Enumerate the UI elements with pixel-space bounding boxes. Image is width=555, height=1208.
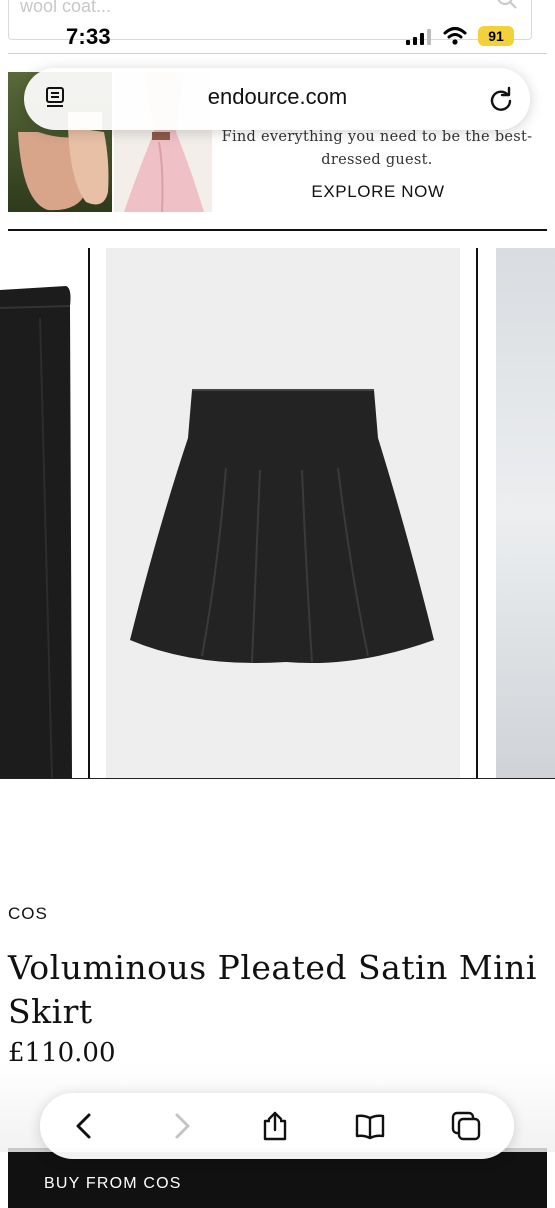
carousel-divider-right xyxy=(476,248,478,778)
buy-button-label[interactable]: BUY FROM COS xyxy=(44,1175,182,1193)
product-title: Voluminous Pleated Satin Mini Skirt xyxy=(8,948,537,1031)
banner-tagline: Find everything you need to be the best-… xyxy=(221,129,533,168)
search-icon[interactable] xyxy=(496,0,518,10)
forward-icon[interactable] xyxy=(166,1110,198,1142)
carousel-divider-left xyxy=(88,248,90,778)
divider xyxy=(8,53,547,54)
wifi-icon xyxy=(443,27,467,45)
carousel-image-next[interactable] xyxy=(496,248,555,778)
search-placeholder: wool coat... xyxy=(20,0,112,16)
carousel-bottom-divider xyxy=(0,778,555,779)
back-icon[interactable] xyxy=(68,1110,100,1142)
status-time: 7:33 xyxy=(66,24,111,49)
bookmarks-icon[interactable] xyxy=(354,1110,386,1142)
explore-now-link[interactable]: EXPLORE NOW xyxy=(212,182,544,202)
reader-icon[interactable] xyxy=(42,84,70,112)
share-icon[interactable] xyxy=(259,1110,291,1142)
reload-icon[interactable] xyxy=(486,84,516,114)
signal-icon xyxy=(406,29,431,45)
tabs-icon[interactable] xyxy=(450,1110,482,1142)
product-image-main[interactable] xyxy=(106,248,460,778)
banner-divider xyxy=(8,229,547,231)
product-brand[interactable]: COS xyxy=(8,904,48,924)
url-text[interactable]: endource.com xyxy=(130,84,425,110)
carousel-image-prev[interactable] xyxy=(0,248,72,778)
battery-indicator: 91 xyxy=(478,26,514,46)
